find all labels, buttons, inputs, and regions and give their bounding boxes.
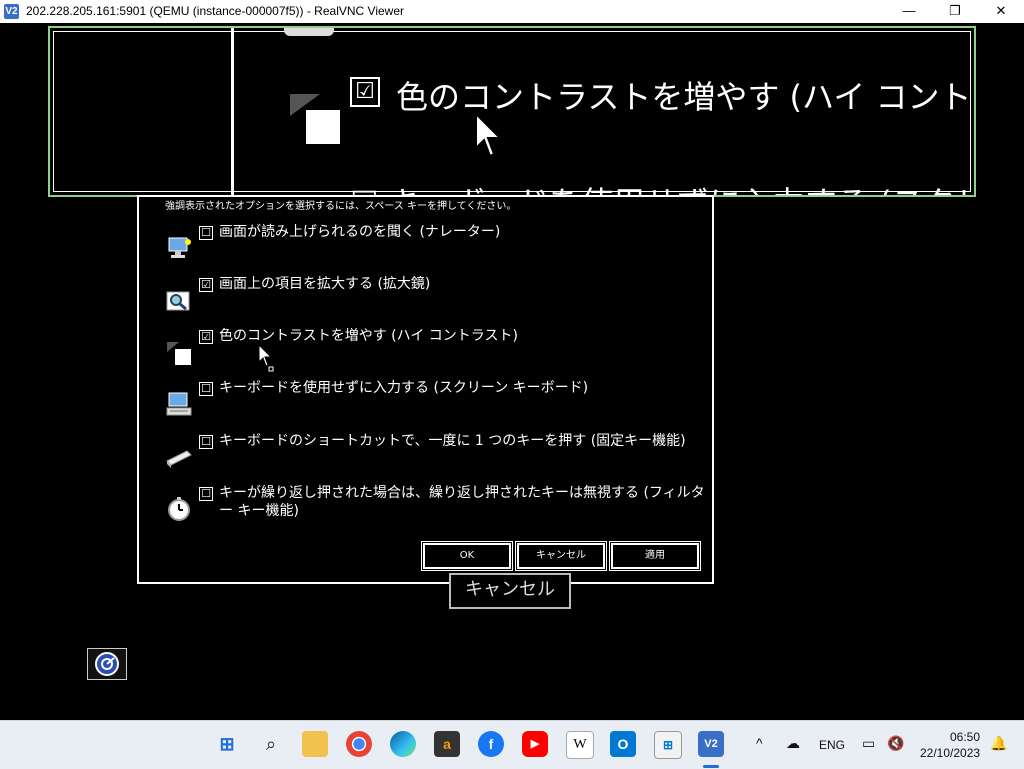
clock-time[interactable]: 06:50: [950, 730, 980, 744]
realvnc-app-icon: V2: [4, 4, 19, 19]
taskbar: ⊞ ⌕ a f ▶ W O ⊞ V2 ^ ☁ ENG ▭ 🔇 06:50 22/…: [0, 720, 1024, 769]
filter-keys-icon: [168, 497, 190, 521]
realvnc-taskbar-icon[interactable]: V2: [698, 731, 724, 757]
narrator-icon: [168, 237, 191, 258]
chrome-icon[interactable]: [346, 731, 372, 757]
high-contrast-icon: [167, 342, 191, 365]
option-on-screen-keyboard[interactable]: ☐ キーボードを使用せずに入力する (スクリーン キーボード): [161, 380, 706, 422]
microsoft-store-icon[interactable]: ⊞: [654, 731, 682, 759]
label-narrator: 画面が読み上げられるのを聞く (ナレーター): [219, 224, 501, 240]
window-titlebar: V2 202.228.205.161:5901 (QEMU (instance-…: [0, 0, 1024, 23]
dialog-cancel-button[interactable]: キャンセル: [516, 542, 606, 570]
facebook-icon[interactable]: f: [478, 731, 504, 757]
clock-date[interactable]: 22/10/2023: [920, 746, 980, 760]
amazon-icon[interactable]: a: [434, 731, 460, 757]
outlook-icon[interactable]: O: [610, 731, 636, 757]
dialog-hint: 強調表示されたオプションを選択するには、スペース キーを押してください。: [165, 201, 517, 212]
magnified-option-label: 色のコントラストを増やす (ハイ コントラスト): [396, 78, 974, 116]
label-filter-keys: キーが繰り返し押された場合は、繰り返し押されたキーは無視する (フィルター キー…: [219, 485, 705, 519]
minimize-button[interactable]: —: [886, 0, 932, 23]
option-filter-keys[interactable]: ☐ キーが繰り返し押された場合は、繰り返し押されたキーは無視する (フィルター …: [161, 485, 706, 539]
mouse-cursor-icon: [259, 345, 274, 372]
label-on-screen-keyboard: キーボードを使用せずに入力する (スクリーン キーボード): [219, 380, 589, 396]
label-high-contrast: 色のコントラストを増やす (ハイ コントラスト): [219, 328, 518, 344]
magnified-checkbox: ☑: [350, 77, 380, 107]
label-magnifier: 画面上の項目を拡大する (拡大鏡): [219, 276, 431, 292]
window-title: 202.228.205.161:5901 (QEMU (instance-000…: [26, 4, 404, 18]
option-narrator[interactable]: ☐ 画面が読み上げられるのを聞く (ナレーター): [161, 224, 706, 266]
volume-muted-icon[interactable]: 🔇: [887, 735, 904, 752]
magnifier-icon: [166, 291, 190, 311]
youtube-icon[interactable]: ▶: [522, 731, 548, 757]
checkbox-on-screen-keyboard[interactable]: ☐: [199, 382, 213, 396]
sticky-keys-icon: [166, 450, 192, 468]
apply-button[interactable]: 適用: [610, 542, 700, 570]
wikipedia-icon[interactable]: W: [566, 731, 594, 759]
option-magnifier[interactable]: ☑ 画面上の項目を拡大する (拡大鏡): [161, 276, 706, 318]
maximize-button[interactable]: ❐: [932, 0, 978, 23]
tray-overflow-chevron-icon[interactable]: ^: [756, 735, 763, 751]
label-sticky-keys: キーボードのショートカットで、一度に 1 つのキーを押す (固定キー機能): [219, 433, 686, 449]
vnc-remote-screen[interactable]: ☑ 色のコントラストを増やす (ハイ コントラスト) ☐ キーボードを使用せずに…: [0, 23, 1024, 720]
background-cancel-button[interactable]: キャンセル: [449, 573, 571, 609]
edge-icon[interactable]: [390, 731, 416, 757]
on-screen-keyboard-icon: [166, 392, 192, 416]
checkbox-magnifier[interactable]: ☑: [199, 278, 213, 292]
magnifier-divider: [231, 28, 234, 195]
onedrive-icon[interactable]: ☁: [786, 735, 800, 752]
file-explorer-icon[interactable]: [302, 731, 328, 757]
magnified-cursor-icon: [476, 114, 502, 158]
option-high-contrast[interactable]: ☑ 色のコントラストを増やす (ハイ コントラスト): [161, 328, 706, 370]
network-icon[interactable]: ▭: [862, 735, 875, 752]
checkbox-sticky-keys[interactable]: ☐: [199, 435, 213, 449]
start-button-icon[interactable]: ⊞: [214, 731, 240, 757]
search-icon[interactable]: ⌕: [258, 731, 284, 757]
close-button[interactable]: ✕: [978, 0, 1024, 23]
language-indicator[interactable]: ENG: [819, 738, 845, 752]
checkbox-high-contrast[interactable]: ☑: [199, 330, 213, 344]
magnified-icon-fragment: [284, 28, 334, 36]
ease-of-access-desktop-icon[interactable]: [87, 648, 127, 680]
magnifier-window: ☑ 色のコントラストを増やす (ハイ コントラスト) ☐ キーボードを使用せずに…: [48, 26, 976, 197]
checkbox-narrator[interactable]: ☐: [199, 226, 213, 240]
magnified-high-contrast-icon-light: [306, 110, 340, 144]
option-sticky-keys[interactable]: ☐ キーボードのショートカットで、一度に 1 つのキーを押す (固定キー機能): [161, 433, 706, 475]
ease-of-access-dialog: 強調表示されたオプションを選択するには、スペース キーを押してください。 ☐ 画…: [137, 195, 714, 584]
ok-button[interactable]: OK: [422, 542, 512, 570]
notification-bell-icon[interactable]: 🔔: [990, 735, 1007, 752]
checkbox-filter-keys[interactable]: ☐: [199, 487, 213, 501]
